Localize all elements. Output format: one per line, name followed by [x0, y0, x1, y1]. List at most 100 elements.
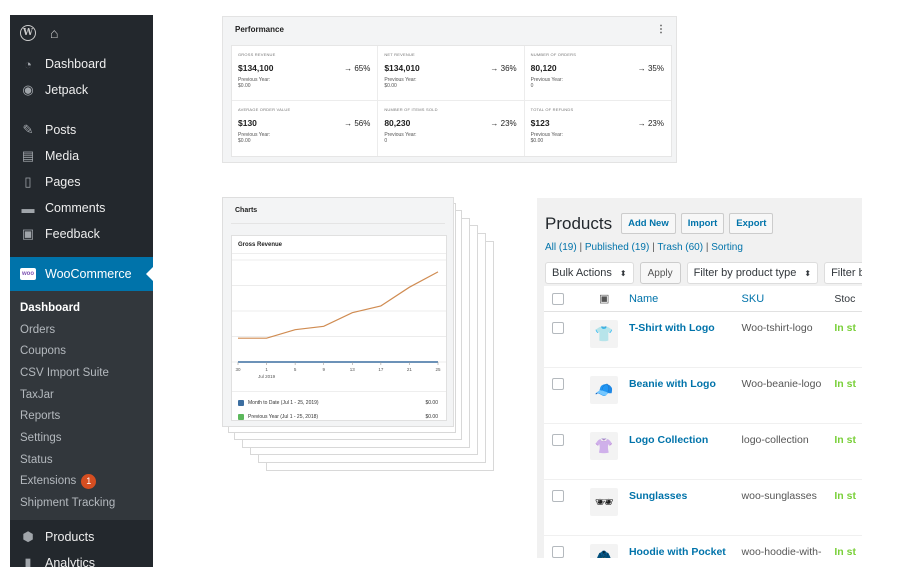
product-thumbnail[interactable]: 👚	[590, 432, 619, 460]
performance-metric[interactable]: TOTAL OF REFUNDS $123 → 23% Previous Year: $…	[525, 101, 671, 156]
sidebar-item-label: Posts	[45, 123, 77, 137]
product-thumbnail[interactable]: 🧥	[590, 544, 619, 558]
sku-column-header[interactable]: SKU	[742, 293, 835, 305]
sidebar-item-label: Analytics	[45, 555, 96, 567]
sidebar-item-feedback[interactable]: ▣ Feedback	[10, 221, 153, 247]
submenu-item-label: Orders	[20, 323, 56, 336]
submenu-item-reports[interactable]: Reports	[10, 405, 153, 427]
row-checkbox[interactable]	[552, 546, 564, 558]
submenu-item-label: Settings	[20, 431, 62, 444]
row-checkbox[interactable]	[552, 322, 564, 334]
sidebar-item-comments[interactable]: ▬ Comments	[10, 195, 153, 221]
export-button[interactable]: Export	[729, 213, 774, 234]
sidebar-item-label: WooCommerce	[45, 267, 132, 281]
more-options-icon[interactable]: ⋮	[656, 24, 666, 35]
select-arrows-icon: ⬍	[804, 268, 812, 278]
submenu-item-dashboard[interactable]: Dashboard	[10, 297, 153, 319]
submenu-item-shipment-tracking[interactable]: Shipment Tracking	[10, 492, 153, 514]
product-name-link[interactable]: Beanie with Logo	[629, 378, 742, 390]
row-checkbox[interactable]	[552, 490, 564, 502]
wordpress-logo-icon[interactable]: W	[20, 25, 36, 41]
legend-value: $0.00	[425, 400, 438, 406]
charts-title: Charts	[231, 198, 445, 224]
product-name-link[interactable]: Sunglasses	[629, 490, 742, 502]
submenu-item-status[interactable]: Status	[10, 449, 153, 471]
admin-bar-top: W ⌂	[10, 15, 153, 51]
product-name-link[interactable]: Logo Collection	[629, 434, 742, 446]
sidebar-item-dashboard[interactable]: ◔ Dashboard	[10, 51, 153, 77]
performance-metric[interactable]: NUMBER OF ORDERS 80,120 → 35% Previous Year…	[524, 46, 671, 101]
performance-metric[interactable]: NET REVENUE $134,010 → 36% Previous Year: $0…	[378, 46, 525, 101]
product-type-filter-select[interactable]: Filter by product type ⬍	[686, 262, 819, 284]
product-type-filter-label: Filter by product type	[693, 267, 797, 279]
submenu-item-coupons[interactable]: Coupons	[10, 340, 153, 362]
home-icon[interactable]: ⌂	[50, 25, 58, 41]
sidebar-item-products[interactable]: ⬢ Products	[10, 524, 153, 550]
filter-trash-link[interactable]: Trash (60)	[657, 242, 703, 253]
submenu-item-settings[interactable]: Settings	[10, 427, 153, 449]
performance-metric[interactable]: GROSS REVENUE $134,100 → 65% Previous Year:…	[232, 46, 379, 101]
analytics-icon: ▮	[24, 554, 32, 567]
import-button[interactable]: Import	[680, 213, 725, 234]
sidebar-item-jetpack[interactable]: ◉ Jetpack	[10, 77, 153, 103]
bulk-actions-select[interactable]: Bulk Actions ⬍	[545, 262, 634, 284]
filter-all-link[interactable]: All (19)	[545, 242, 577, 253]
row-checkbox[interactable]	[552, 434, 564, 446]
x-tick-label: 5	[294, 367, 297, 372]
select-all-checkbox[interactable]	[552, 292, 564, 305]
sorting-link[interactable]: Sorting	[711, 242, 743, 253]
legend-item[interactable]: Month to Date (Jul 1 - 25, 2019) $0.00	[232, 396, 446, 410]
stock-filter-select[interactable]: Filter by	[824, 262, 862, 284]
table-row: 👚 Logo Collection logo-collection In st	[544, 424, 862, 480]
metric-previous-value: $0.00	[238, 138, 251, 144]
metric-label: TOTAL OF REFUNDS	[530, 107, 574, 112]
apply-button[interactable]: Apply	[639, 262, 681, 284]
submenu-item-label: Dashboard	[20, 301, 81, 314]
submenu-item-csv-import-suite[interactable]: CSV Import Suite	[10, 362, 153, 384]
x-tick-label: 17	[378, 367, 384, 372]
woocommerce-icon: woo	[20, 268, 36, 280]
jetpack-icon: ◉	[22, 82, 34, 97]
performance-metric[interactable]: NUMBER OF ITEMS SOLD 80,230 → 23% Previous …	[378, 101, 525, 156]
product-name-link[interactable]: T-Shirt with Logo	[629, 322, 742, 334]
sidebar-item-label: Comments	[45, 201, 106, 215]
pages-icon: ▯	[24, 174, 32, 189]
product-sku: woo-sunglasses	[741, 490, 817, 502]
screenshot-stage: W ⌂ ◔ Dashboard ◉ Jetpack ✎ Posts ▤ Media ▯ Page…	[0, 0, 900, 582]
row-checkbox[interactable]	[552, 378, 564, 390]
add-new-button[interactable]: Add New	[621, 213, 676, 234]
metric-delta: → 65%	[344, 64, 371, 73]
submenu-item-label: Coupons	[20, 345, 67, 358]
submenu-item-extensions[interactable]: Extensions 1	[10, 471, 153, 493]
sidebar-item-pages[interactable]: ▯ Pages	[10, 169, 153, 195]
table-header-row: ▣ Name SKU Stoc	[544, 286, 862, 312]
filter-published-link[interactable]: Published (19)	[585, 242, 649, 253]
media-icon: ▤	[21, 148, 35, 163]
x-tick-label: 1	[265, 367, 268, 372]
stock-status: In st	[834, 434, 856, 446]
chart-title: Gross Revenue	[232, 236, 446, 254]
product-sku: logo-collection	[741, 434, 809, 446]
comments-icon: ▬	[21, 200, 35, 216]
sidebar-item-analytics[interactable]: ▮ Analytics	[10, 550, 153, 567]
sidebar-item-media[interactable]: ▤ Media	[10, 143, 153, 169]
product-name-link[interactable]: Hoodie with Pocket	[629, 546, 742, 558]
submenu-item-label: Extensions	[20, 475, 77, 488]
product-thumbnail[interactable]: 🕶	[590, 488, 619, 516]
sidebar-item-posts[interactable]: ✎ Posts	[10, 117, 153, 143]
metric-label: AVERAGE ORDER VALUE	[238, 107, 291, 112]
product-thumbnail[interactable]: 🧢	[590, 376, 619, 404]
metric-value: 80,230	[384, 118, 411, 128]
performance-metric[interactable]: AVERAGE ORDER VALUE $130 → 56% Previous Yea…	[232, 101, 379, 156]
woocommerce-submenu: Dashboard Orders Coupons CSV Import Suite Ta…	[10, 291, 153, 520]
name-column-header[interactable]: Name	[629, 293, 742, 305]
product-thumbnail[interactable]: 👕	[590, 320, 619, 348]
submenu-item-taxjar[interactable]: TaxJar	[10, 384, 153, 406]
performance-title: Performance	[235, 24, 284, 34]
stock-filter-label: Filter by	[831, 267, 862, 279]
submenu-item-orders[interactable]: Orders	[10, 319, 153, 341]
sidebar-item-label: Jetpack	[45, 83, 89, 97]
sidebar-item-woocommerce[interactable]: woo WooCommerce	[10, 257, 153, 291]
legend-item[interactable]: Previous Year (Jul 1 - 25, 2018) $0.00	[232, 410, 446, 424]
performance-grid: GROSS REVENUE $134,100 → 65% Previous Year:…	[231, 45, 672, 157]
